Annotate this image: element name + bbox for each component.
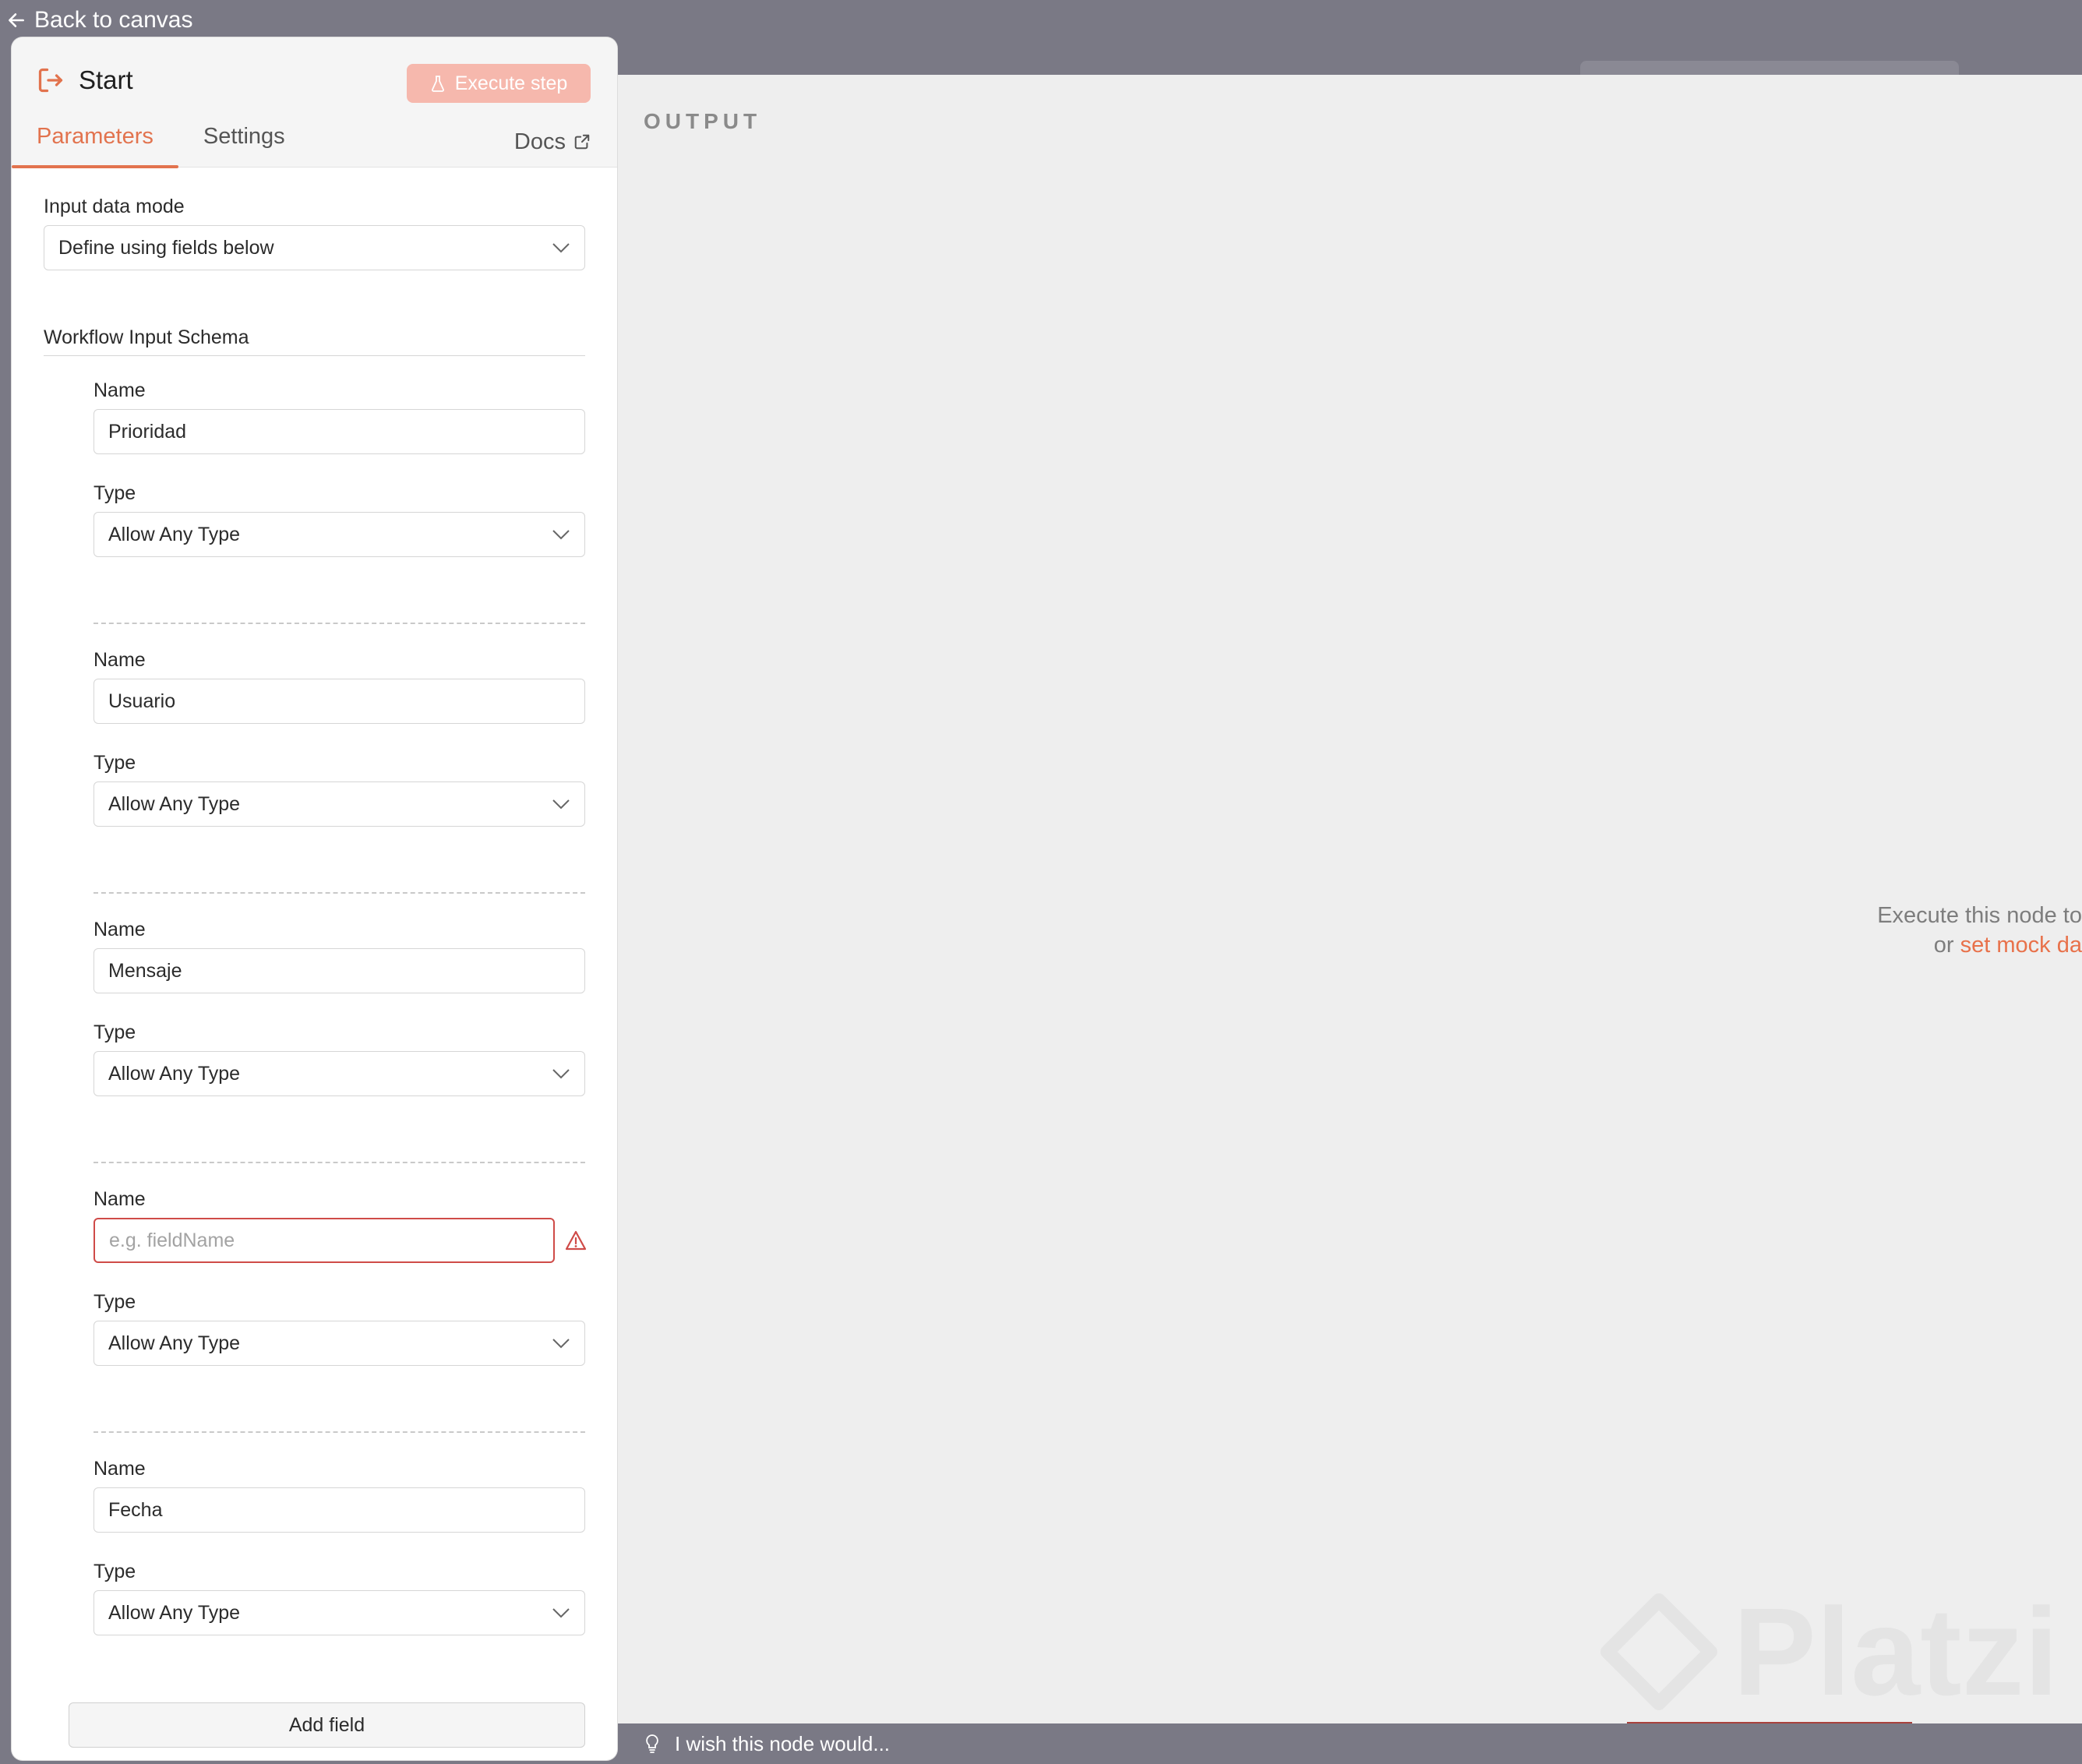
field-type-select[interactable]: Allow Any Type — [94, 1590, 585, 1635]
watermark-text: Platzi — [1733, 1582, 2059, 1721]
docs-link[interactable]: Docs — [514, 117, 591, 167]
field-type-value: Allow Any Type — [108, 523, 241, 545]
field-divider — [94, 1431, 585, 1433]
background-canvas-tab — [1580, 61, 1959, 76]
field-divider — [94, 1162, 585, 1163]
execute-step-label: Execute step — [454, 72, 568, 94]
field-type-select[interactable]: Allow Any Type — [94, 1321, 585, 1366]
field-type-label: Type — [94, 752, 136, 774]
output-hint-line: Execute this node to — [1877, 903, 2082, 928]
flask-icon — [431, 76, 444, 92]
field-type-value: Allow Any Type — [108, 1332, 241, 1354]
warning-icon — [565, 1230, 587, 1251]
field-name-label: Name — [94, 1458, 146, 1480]
sign-in-icon — [38, 68, 63, 93]
field-name-label: Name — [94, 649, 146, 671]
chevron-down-icon — [552, 1608, 570, 1618]
field-type-value: Allow Any Type — [108, 1601, 241, 1624]
input-data-mode-label: Input data mode — [44, 196, 185, 217]
field-name-label: Name — [94, 919, 146, 940]
output-pane: OUTPUT Execute this node to or set mock … — [616, 75, 2082, 1723]
field-type-label: Type — [94, 1021, 136, 1043]
field-type-value: Allow Any Type — [108, 1062, 241, 1085]
panel-header: Start Execute step Parameters Settings D… — [12, 37, 617, 168]
field-divider — [94, 892, 585, 894]
field-name-input[interactable] — [94, 409, 585, 454]
output-title: OUTPUT — [644, 109, 762, 133]
field-name-input[interactable] — [94, 679, 585, 724]
docs-label: Docs — [513, 129, 566, 154]
chevron-down-icon — [552, 530, 570, 540]
add-field-button[interactable]: Add field — [69, 1702, 585, 1748]
output-empty-hint: Execute this node to or set mock da — [1848, 901, 2082, 960]
field-type-select[interactable]: Allow Any Type — [94, 1051, 585, 1096]
field-name-input[interactable] — [94, 1218, 555, 1263]
input-data-mode-select[interactable]: Define using fields below — [44, 225, 585, 270]
field-type-value: Allow Any Type — [108, 792, 241, 815]
node-title: Start — [37, 65, 133, 95]
field-type-label: Type — [94, 1561, 136, 1582]
field-name-input[interactable] — [94, 1487, 585, 1533]
feedback-bar[interactable]: I wish this node would... — [616, 1723, 2082, 1764]
chevron-down-icon — [552, 799, 570, 810]
execute-step-button[interactable]: Execute step — [407, 64, 591, 103]
field-name-label: Name — [94, 379, 146, 401]
feedback-text: I wish this node would... — [675, 1731, 891, 1755]
arrow-left-icon — [9, 13, 24, 27]
workflow-input-schema-title: Workflow Input Schema — [44, 326, 585, 356]
output-hint-or: or — [1933, 933, 1954, 958]
field-type-select[interactable]: Allow Any Type — [94, 781, 585, 827]
field-type-label: Type — [94, 482, 136, 504]
panel-tabs: Parameters Settings Docs — [12, 117, 617, 168]
back-to-canvas-link[interactable]: Back to canvas — [0, 0, 192, 41]
back-to-canvas-label: Back to canvas — [34, 7, 193, 33]
tab-parameters[interactable]: Parameters — [12, 117, 178, 168]
input-data-mode-value: Define using fields below — [58, 236, 274, 259]
chevron-down-icon — [552, 1069, 570, 1079]
field-type-label: Type — [94, 1291, 136, 1313]
field-name-input[interactable] — [94, 948, 585, 993]
field-type-select[interactable]: Allow Any Type — [94, 512, 585, 557]
platzi-logo-icon — [1600, 1593, 1718, 1710]
chevron-down-icon — [552, 243, 570, 253]
tab-settings[interactable]: Settings — [178, 117, 310, 167]
set-mock-data-link[interactable]: set mock da — [1960, 933, 2082, 958]
external-link-icon — [574, 134, 590, 150]
field-divider — [94, 623, 585, 624]
chevron-down-icon — [552, 1339, 570, 1349]
lightbulb-icon — [646, 1734, 658, 1753]
node-parameters-panel: Start Execute step Parameters Settings D… — [12, 37, 617, 1760]
field-name-label: Name — [94, 1188, 146, 1210]
platzi-watermark: Platzi — [1600, 1580, 2059, 1723]
node-title-text: Start — [79, 65, 133, 94]
